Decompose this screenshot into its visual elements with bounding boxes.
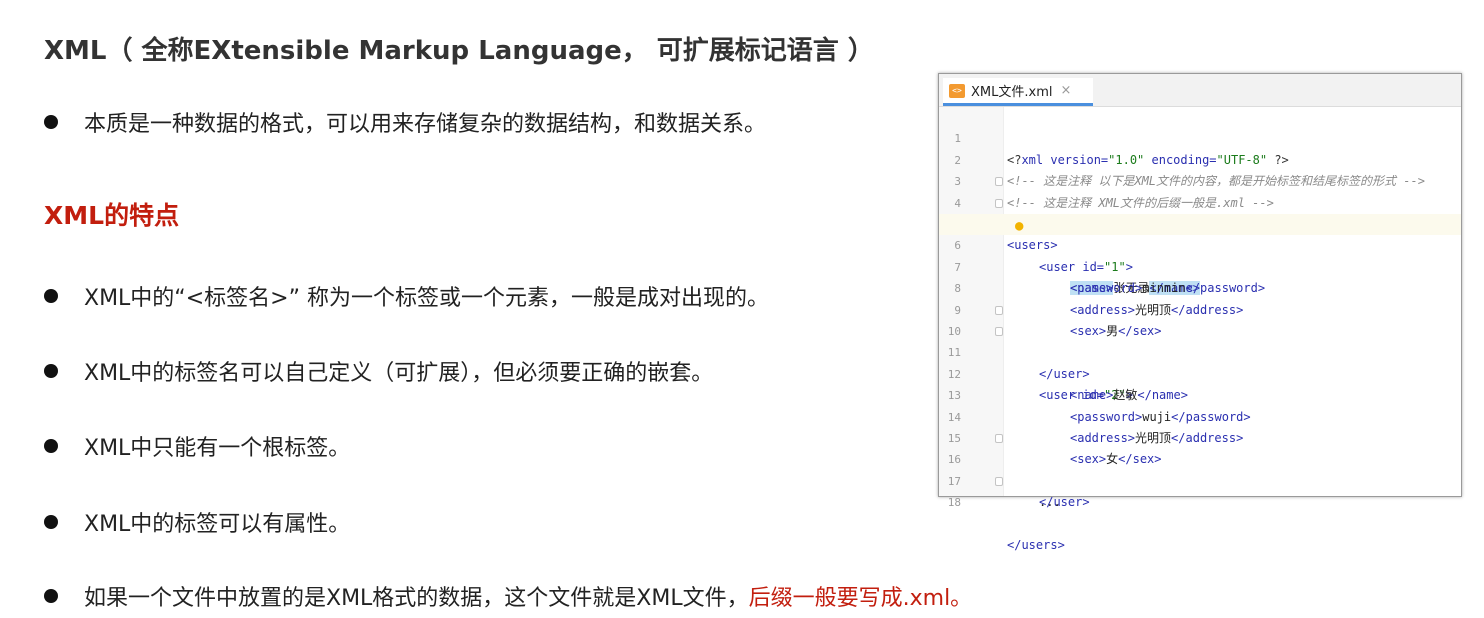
close-icon[interactable]: ×	[1060, 83, 1071, 98]
lightbulb-icon[interactable]: ●	[1015, 216, 1023, 237]
feature-bullet: XML中只能有一个根标签。	[44, 430, 350, 462]
code-line: 8 <address>光明顶</address>	[939, 257, 1461, 316]
code-line: 14 <address>光明顶</address>	[939, 385, 1461, 445]
feature-bullet: XML中的“<标签名>” 称为一个标签或一个元素，一般是成对出现的。	[44, 280, 769, 312]
intro-bullet: 本质是一种数据的格式，可以用来存储复杂的数据结构，和数据关系。	[44, 106, 766, 138]
code-line: 5 <user id="1">	[939, 193, 1461, 274]
feature-bullet: XML中的标签名可以自己定义（可扩展），但必须要正确的嵌套。	[44, 355, 713, 387]
code-line: 16 </user>	[939, 428, 1461, 509]
code-token: </users>	[1007, 538, 1065, 553]
code-line: 9 <sex>男</sex>	[939, 278, 1461, 338]
code-token: ...	[1039, 495, 1061, 510]
code-line-current: 6 ● <name>张无忌</name>	[939, 214, 1461, 296]
code-line: 15 <sex>女</sex>	[939, 407, 1461, 466]
fold-marker-icon[interactable]	[995, 434, 1003, 443]
code-line: 2 <!-- 这是注释 以下是XML文件的内容，都是开始标签和结尾标签的形式 -…	[939, 128, 1461, 188]
bullet-dot-icon	[44, 364, 58, 378]
code-line: 12 <name>赵敏</name>	[939, 342, 1461, 402]
code-line: 17 ...	[939, 449, 1461, 509]
intro-bullet-text: 本质是一种数据的格式，可以用来存储复杂的数据结构，和数据关系。	[84, 112, 767, 137]
editor-tab-label: XML文件.xml	[971, 85, 1053, 100]
bullet-dot-icon	[44, 289, 58, 303]
xml-file-icon: <>	[949, 83, 965, 98]
code-line: 11 <user id="2">	[939, 321, 1461, 402]
line-number: 18	[947, 496, 961, 510]
feature-bullet-text: XML中只能有一个根标签。	[84, 436, 351, 461]
file-extension-highlight: 后缀一般要写成.xml。	[748, 586, 973, 611]
file-extension-bullet: 如果一个文件中放置的是XML格式的数据，这个文件就是XML文件， 后缀一般要写成.…	[44, 580, 972, 612]
code-line: 18 </users>	[939, 471, 1461, 552]
code-line: 1 <?xml version="1.0" encoding="UTF-8" ?…	[939, 107, 1461, 166]
code-line: 7 <password>minmin</password>	[939, 235, 1461, 295]
bullet-dot-icon	[44, 115, 58, 129]
fold-marker-icon[interactable]	[995, 327, 1003, 336]
bullet-dot-icon	[44, 589, 58, 603]
code-line: 4 <users>	[939, 171, 1461, 252]
code-line: 3 <!-- 这是注释 XML文件的后缀一般是.xml -->	[939, 150, 1461, 209]
editor-tab[interactable]: <> XML文件.xml ×	[943, 78, 1093, 106]
code-line: 13 <password>wuji</password>	[939, 364, 1461, 423]
editor-tab-bar: <> XML文件.xml ×	[939, 74, 1461, 107]
bullet-dot-icon	[44, 515, 58, 529]
fold-marker-icon[interactable]	[995, 476, 1003, 486]
section-title: XML的特点	[44, 201, 180, 230]
feature-bullet: XML中的标签可以有属性。	[44, 506, 350, 538]
feature-bullet-text: XML中的“<标签名>” 称为一个标签或一个元素，一般是成对出现的。	[84, 286, 769, 311]
fold-marker-icon[interactable]	[995, 177, 1003, 187]
file-extension-bullet-text: 如果一个文件中放置的是XML格式的数据，这个文件就是XML文件，	[84, 586, 749, 611]
bullet-dot-icon	[44, 439, 58, 453]
feature-bullet-text: XML中的标签可以有属性。	[84, 512, 351, 537]
fold-marker-icon[interactable]	[995, 305, 1003, 315]
code-editor-panel: <> XML文件.xml × 1 <?xml version="1.0" enc…	[938, 73, 1462, 552]
fold-marker-icon[interactable]	[995, 198, 1003, 208]
page-title: XML（ 全称EXtensible Markup Language， 可扩展标记…	[44, 36, 874, 66]
code-line: 10 </user>	[939, 300, 1461, 381]
code-area[interactable]: 1 <?xml version="1.0" encoding="UTF-8" ?…	[939, 107, 1461, 552]
feature-bullet-text: XML中的标签名可以自己定义（可扩展），但必须要正确的嵌套。	[84, 361, 714, 386]
